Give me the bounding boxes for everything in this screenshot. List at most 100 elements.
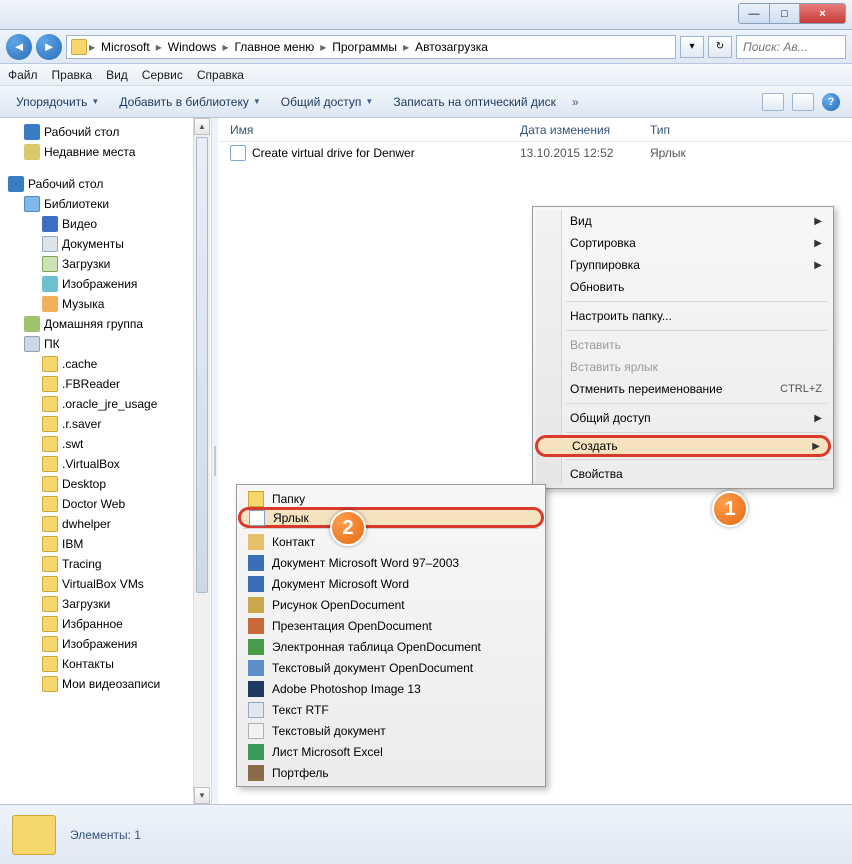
- tree-item-images[interactable]: Изображения: [0, 274, 211, 294]
- sub-odt[interactable]: Текстовый документ OpenDocument: [240, 657, 542, 678]
- sub-contact[interactable]: Контакт: [240, 531, 542, 552]
- column-type[interactable]: Тип: [650, 123, 730, 137]
- chevron-right-icon: ▶: [814, 238, 822, 249]
- tree-item-homegroup[interactable]: Домашняя группа: [0, 314, 211, 334]
- context-menu: Вид▶ Сортировка▶ Группировка▶ Обновить Н…: [532, 206, 834, 489]
- organize-button[interactable]: Упорядочить▼: [6, 90, 109, 114]
- scrollbar-thumb[interactable]: [196, 137, 208, 593]
- tree-item-recent[interactable]: Недавние места: [0, 142, 211, 162]
- chevron-right-icon: ▸: [222, 40, 228, 54]
- scroll-down-button[interactable]: ▼: [194, 787, 210, 804]
- ctx-view[interactable]: Вид▶: [536, 210, 830, 232]
- tree-item-music[interactable]: Музыка: [0, 294, 211, 314]
- menu-file[interactable]: Файл: [8, 68, 38, 82]
- tree-item-folder[interactable]: Doctor Web: [0, 494, 211, 514]
- view-options-button[interactable]: [762, 93, 784, 111]
- file-item[interactable]: Create virtual drive for Denwer 13.10.20…: [218, 142, 852, 164]
- back-button[interactable]: ◄: [6, 34, 32, 60]
- tree-item-video[interactable]: Видео: [0, 214, 211, 234]
- sub-xls[interactable]: Лист Microsoft Excel: [240, 741, 542, 762]
- tree-item-folder[interactable]: Мои видеозаписи: [0, 674, 211, 694]
- tree-item-folder[interactable]: Загрузки: [0, 594, 211, 614]
- preview-pane-button[interactable]: [792, 93, 814, 111]
- minimize-button[interactable]: —: [739, 4, 769, 23]
- folder-icon: [42, 596, 58, 612]
- breadcrumb[interactable]: ▸ Microsoft ▸ Windows ▸ Главное меню ▸ П…: [66, 35, 676, 59]
- help-icon[interactable]: ?: [822, 93, 840, 111]
- breadcrumb-item[interactable]: Программы: [328, 40, 401, 54]
- sub-shortcut[interactable]: Ярлык: [238, 507, 544, 528]
- tree-item-folder[interactable]: .FBReader: [0, 374, 211, 394]
- libraries-icon: [24, 196, 40, 212]
- sub-odg[interactable]: Рисунок OpenDocument: [240, 594, 542, 615]
- desktop-icon: [8, 176, 24, 192]
- sub-word-97[interactable]: Документ Microsoft Word 97–2003: [240, 552, 542, 573]
- sub-odp[interactable]: Презентация OpenDocument: [240, 615, 542, 636]
- burn-button[interactable]: Записать на оптический диск: [383, 90, 566, 114]
- ctx-create[interactable]: Создать▶: [535, 435, 831, 457]
- menu-view[interactable]: Вид: [106, 68, 128, 82]
- scroll-up-button[interactable]: ▲: [194, 118, 210, 135]
- sub-word[interactable]: Документ Microsoft Word: [240, 573, 542, 594]
- sub-psd[interactable]: Adobe Photoshop Image 13: [240, 678, 542, 699]
- sub-briefcase[interactable]: Портфель: [240, 762, 542, 783]
- chevron-right-icon: ▶: [814, 260, 822, 271]
- tree-item-folder[interactable]: Desktop: [0, 474, 211, 494]
- ctx-group[interactable]: Группировка▶: [536, 254, 830, 276]
- tree-item-desktop-root[interactable]: Рабочий стол: [0, 174, 211, 194]
- ctx-share[interactable]: Общий доступ▶: [536, 407, 830, 429]
- ctx-customize-folder[interactable]: Настроить папку...: [536, 305, 830, 327]
- tree-item-folder[interactable]: Tracing: [0, 554, 211, 574]
- overflow-button[interactable]: »: [566, 95, 585, 109]
- navigation-tree[interactable]: Рабочий стол Недавние места Рабочий стол…: [0, 118, 212, 804]
- tree-item-folder[interactable]: IBM: [0, 534, 211, 554]
- address-bar: ◄ ► ▸ Microsoft ▸ Windows ▸ Главное меню…: [0, 30, 852, 64]
- forward-button[interactable]: ►: [36, 34, 62, 60]
- tree-item-folder[interactable]: .oracle_jre_usage: [0, 394, 211, 414]
- separator: [566, 301, 827, 302]
- breadcrumb-item[interactable]: Microsoft: [97, 40, 154, 54]
- share-button[interactable]: Общий доступ▼: [271, 90, 384, 114]
- column-name[interactable]: Имя: [230, 123, 520, 137]
- tree-item-folder[interactable]: Контакты: [0, 654, 211, 674]
- tree-item-folder[interactable]: .r.saver: [0, 414, 211, 434]
- dropdown-button[interactable]: ▾: [680, 36, 704, 58]
- maximize-button[interactable]: □: [769, 4, 799, 23]
- tree-item-libraries[interactable]: Библиотеки: [0, 194, 211, 214]
- tree-item-pc[interactable]: ПК: [0, 334, 211, 354]
- add-to-library-button[interactable]: Добавить в библиотеку▼: [109, 90, 270, 114]
- tree-item-folder[interactable]: .cache: [0, 354, 211, 374]
- tree-item-folder[interactable]: .swt: [0, 434, 211, 454]
- tree-item-folder[interactable]: Изображения: [0, 634, 211, 654]
- tree-scrollbar[interactable]: ▲ ▼: [193, 118, 210, 804]
- sub-ods[interactable]: Электронная таблица OpenDocument: [240, 636, 542, 657]
- breadcrumb-item[interactable]: Автозагрузка: [411, 40, 492, 54]
- menu-tools[interactable]: Сервис: [142, 68, 183, 82]
- ctx-refresh[interactable]: Обновить: [536, 276, 830, 298]
- tree-item-desktop[interactable]: Рабочий стол: [0, 122, 211, 142]
- tree-item-folder[interactable]: Избранное: [0, 614, 211, 634]
- folder-icon: [42, 576, 58, 592]
- folder-icon: [42, 616, 58, 632]
- tree-item-folder[interactable]: .VirtualBox: [0, 454, 211, 474]
- sub-folder[interactable]: Папку: [240, 488, 542, 509]
- breadcrumb-item[interactable]: Windows: [164, 40, 221, 54]
- close-button[interactable]: ×: [799, 4, 845, 23]
- menu-edit[interactable]: Правка: [52, 68, 93, 82]
- sub-txt[interactable]: Текстовый документ: [240, 720, 542, 741]
- search-input[interactable]: [736, 35, 846, 59]
- tree-item-folder[interactable]: dwhelper: [0, 514, 211, 534]
- ctx-undo-rename[interactable]: Отменить переименованиеCTRL+Z: [536, 378, 830, 400]
- tree-item-folder[interactable]: VirtualBox VMs: [0, 574, 211, 594]
- menu-help[interactable]: Справка: [197, 68, 244, 82]
- tree-item-documents[interactable]: Документы: [0, 234, 211, 254]
- sub-rtf[interactable]: Текст RTF: [240, 699, 542, 720]
- breadcrumb-item[interactable]: Главное меню: [230, 40, 318, 54]
- ctx-sort[interactable]: Сортировка▶: [536, 232, 830, 254]
- column-date[interactable]: Дата изменения: [520, 123, 650, 137]
- refresh-button[interactable]: ↻: [708, 36, 732, 58]
- opendocument-presentation-icon: [248, 618, 264, 634]
- ctx-paste-shortcut: Вставить ярлык: [536, 356, 830, 378]
- tree-item-downloads[interactable]: Загрузки: [0, 254, 211, 274]
- ctx-properties[interactable]: Свойства: [536, 463, 830, 485]
